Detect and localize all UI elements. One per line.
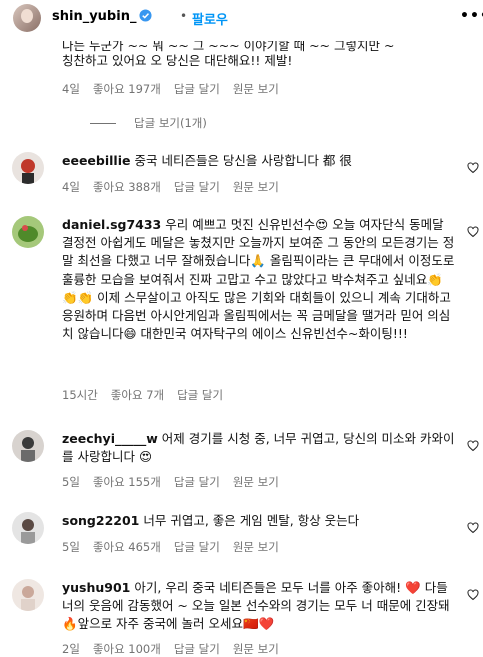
comment-meta: 4일 좋아요 388개 답글 달기 원문 보기 xyxy=(62,179,292,195)
commenter-username[interactable]: eeeebillie xyxy=(62,153,130,168)
comment-meta: 5일 좋아요 465개 답글 달기 원문 보기 xyxy=(62,539,292,555)
avatar-image xyxy=(21,437,35,462)
commenter-avatar[interactable] xyxy=(12,512,44,544)
see-translation-button[interactable]: 원문 보기 xyxy=(233,540,279,554)
commenter-avatar[interactable] xyxy=(12,579,44,611)
comment-text: 중국 네티즌들은 당신을 사랑합니다 都 很 xyxy=(134,153,352,168)
commenter-avatar[interactable] xyxy=(12,152,44,184)
comment-likes[interactable]: 좋아요 388개 xyxy=(93,180,161,194)
comment-likes[interactable]: 좋아요 7개 xyxy=(111,388,164,402)
reply-button[interactable]: 답글 달기 xyxy=(174,475,220,489)
commenter-avatar[interactable] xyxy=(12,216,44,248)
follow-button[interactable]: 팔로우 xyxy=(192,9,228,28)
commenter-username[interactable]: daniel.sg7433 xyxy=(62,217,161,232)
avatar-image xyxy=(21,586,35,611)
avatar-image xyxy=(18,225,38,242)
comment-meta: 5일 좋아요 155개 답글 달기 원문 보기 xyxy=(62,474,292,490)
comment-likes[interactable]: 좋아요 197개 xyxy=(93,82,161,96)
comment-time: 5일 xyxy=(62,475,80,489)
author-username[interactable]: shin_yubin_ xyxy=(52,9,136,24)
comment-likes[interactable]: 좋아요 155개 xyxy=(93,475,161,489)
see-translation-button[interactable]: 원문 보기 xyxy=(233,82,279,96)
heart-outline-icon[interactable] xyxy=(467,522,479,534)
comment-time: 4일 xyxy=(62,180,80,194)
more-options-icon[interactable]: ••• xyxy=(460,8,483,24)
reply-button[interactable]: 답글 달기 xyxy=(174,540,220,554)
heart-outline-icon[interactable] xyxy=(467,440,479,452)
comment-meta: 2일 좋아요 100개 답글 달기 원문 보기 xyxy=(62,641,292,657)
avatar-image xyxy=(21,159,35,184)
avatar-image xyxy=(21,519,35,544)
comment-text-line: 칭찬하고 있어요 오 당신은 대단해요!! 제발! xyxy=(62,53,293,68)
commenter-username[interactable]: yushu901 xyxy=(62,580,130,595)
comment-text-line: 나는 누군가 ~~ 뭐 ~~ 그 ~~~ 이야기할 때 ~~ 그렇지만 ~ xyxy=(62,38,395,53)
reply-button[interactable]: 답글 달기 xyxy=(177,388,223,402)
reply-button[interactable]: 답글 달기 xyxy=(174,82,220,96)
comment-time: 4일 xyxy=(62,82,80,96)
comment-text: 우리 예쁘고 멋진 신유빈선수😍 오늘 여자단식 동메달 결정전 아쉽게도 메달… xyxy=(62,217,455,342)
commenter-username[interactable]: song22201 xyxy=(62,513,139,528)
heart-outline-icon[interactable] xyxy=(467,226,479,238)
replies-divider xyxy=(90,123,116,124)
comment-meta: 15시간 좋아요 7개 답글 달기 xyxy=(62,387,236,403)
comment-likes[interactable]: 좋아요 465개 xyxy=(93,540,161,554)
comment-time: 15시간 xyxy=(62,388,98,402)
see-translation-button[interactable]: 원문 보기 xyxy=(233,180,279,194)
heart-outline-icon[interactable] xyxy=(467,589,479,601)
comment-meta: 4일 좋아요 197개 답글 달기 원문 보기 xyxy=(62,81,292,97)
post-header: shin_yubin_ • 팔로우 ••• xyxy=(0,0,483,38)
separator-dot: • xyxy=(180,9,188,23)
view-replies-button[interactable]: 답글 보기(1개) xyxy=(90,115,207,131)
heart-outline-icon[interactable] xyxy=(467,162,479,174)
author-avatar[interactable] xyxy=(13,4,41,32)
reply-button[interactable]: 답글 달기 xyxy=(174,180,220,194)
commenter-username[interactable]: zeechyi_____w xyxy=(62,431,158,446)
verified-badge-icon xyxy=(139,9,152,22)
see-translation-button[interactable]: 원문 보기 xyxy=(233,475,279,489)
comment-text: 너무 귀엽고, 좋은 게임 멘탈, 항상 웃는다 xyxy=(143,513,360,528)
comment-time: 5일 xyxy=(62,540,80,554)
commenter-avatar[interactable] xyxy=(12,430,44,462)
